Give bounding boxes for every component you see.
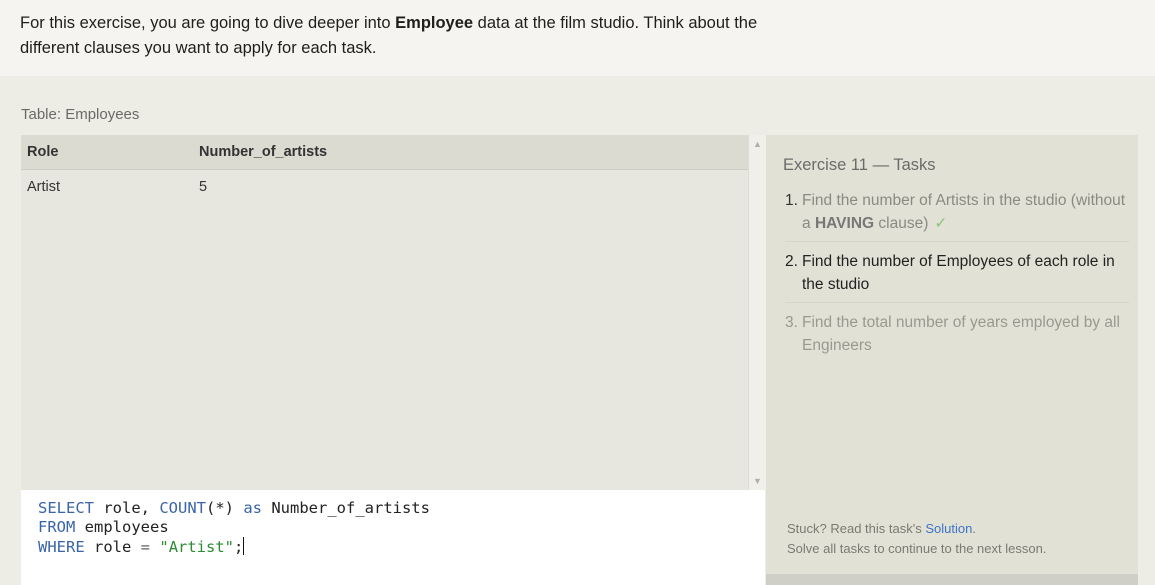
text-cursor [243, 537, 245, 555]
scroll-up-icon[interactable]: ▲ [753, 139, 762, 149]
tasks-panel: Exercise 11 — Tasks 1. Find the number of… [766, 135, 1138, 585]
table-cell: 5 [199, 179, 208, 195]
table-row: Artist 5 [21, 170, 748, 205]
check-icon: ✓ [934, 215, 948, 232]
help-text: Stuck? Read this task's Solution. Solve … [787, 519, 1046, 559]
query-result-table: Role Number_of_artists Artist 5 [21, 135, 748, 490]
scroll-down-icon[interactable]: ▼ [753, 476, 762, 486]
task-list: 1. Find the number of Artists in the stud… [785, 189, 1129, 371]
table-cell: Artist [27, 179, 61, 195]
sql-code[interactable]: SELECT role, COUNT(*) as Number_of_artis… [38, 499, 430, 557]
exercise-title: Exercise 11 — Tasks [783, 156, 936, 174]
task-item-1: 1. Find the number of Artists in the stud… [785, 189, 1129, 242]
continue-hint: Solve all tasks to continue to the next … [787, 541, 1047, 556]
panel-footer-bar [766, 574, 1138, 585]
column-header-number-of-artists: Number_of_artists [193, 135, 748, 170]
intro-bold-term: Employee [395, 14, 474, 32]
table-caption: Table: Employees [21, 106, 140, 123]
task-item-3: 3. Find the total number of years employe… [785, 314, 1120, 354]
exercise-intro: For this exercise, you are going to dive… [0, 0, 1155, 76]
sql-editor[interactable]: SELECT role, COUNT(*) as Number_of_artis… [21, 490, 765, 585]
task-item-2: 2. Find the number of Employees of each r… [785, 250, 1129, 303]
table-header-row: Role Number_of_artists [21, 135, 748, 170]
column-header-role: Role [21, 135, 193, 170]
result-scrollbar[interactable]: ▲ ▼ [748, 135, 766, 490]
intro-text: For this exercise, you are going to dive… [20, 14, 758, 57]
solution-link[interactable]: Solution [925, 521, 972, 536]
